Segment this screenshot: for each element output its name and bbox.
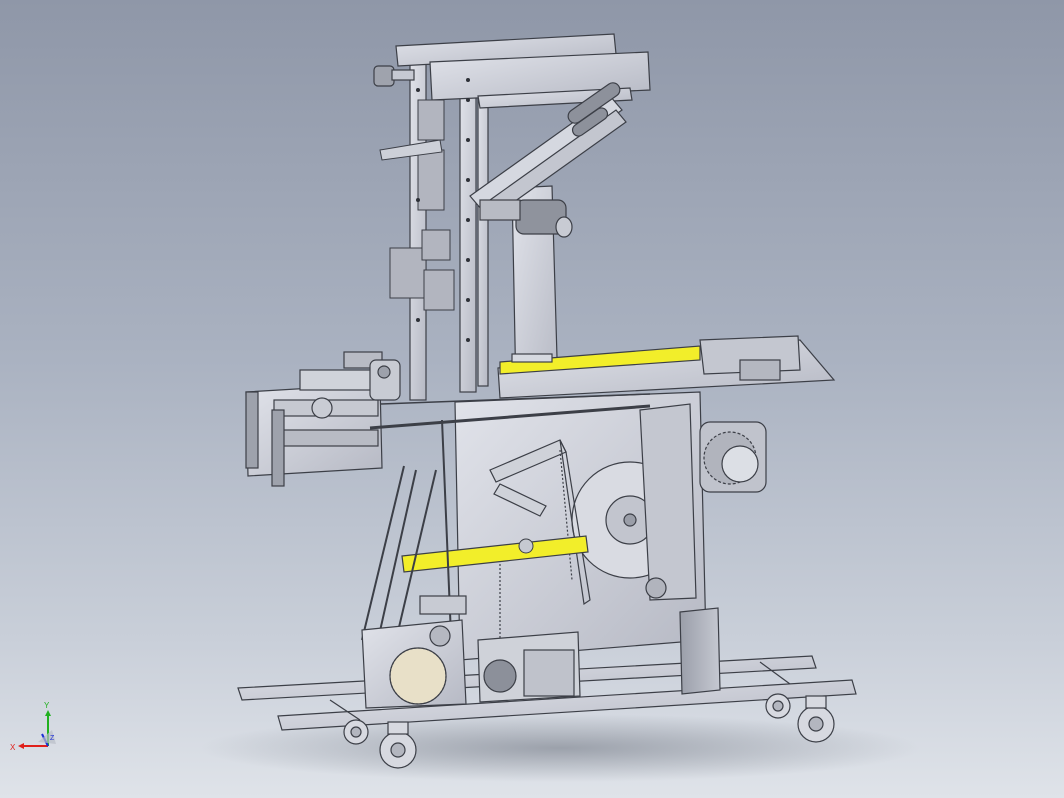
upper-left-roller	[369, 359, 401, 401]
x-axis-arrow	[18, 743, 24, 749]
y-axis-label: Y	[44, 701, 50, 710]
z-axis-label: Z	[50, 735, 55, 742]
y-axis-arrow	[45, 710, 51, 716]
x-axis-label: X	[10, 743, 16, 752]
pneumatic-cylinders	[245, 351, 383, 487]
axis-triad: X Y Z	[10, 701, 56, 752]
top-adjust-knob	[373, 65, 415, 87]
cad-viewport[interactable]: X Y Z	[0, 0, 1064, 798]
upper-motor	[479, 199, 573, 238]
drive-gear	[699, 421, 767, 493]
machine-model[interactable]	[0, 0, 1064, 798]
